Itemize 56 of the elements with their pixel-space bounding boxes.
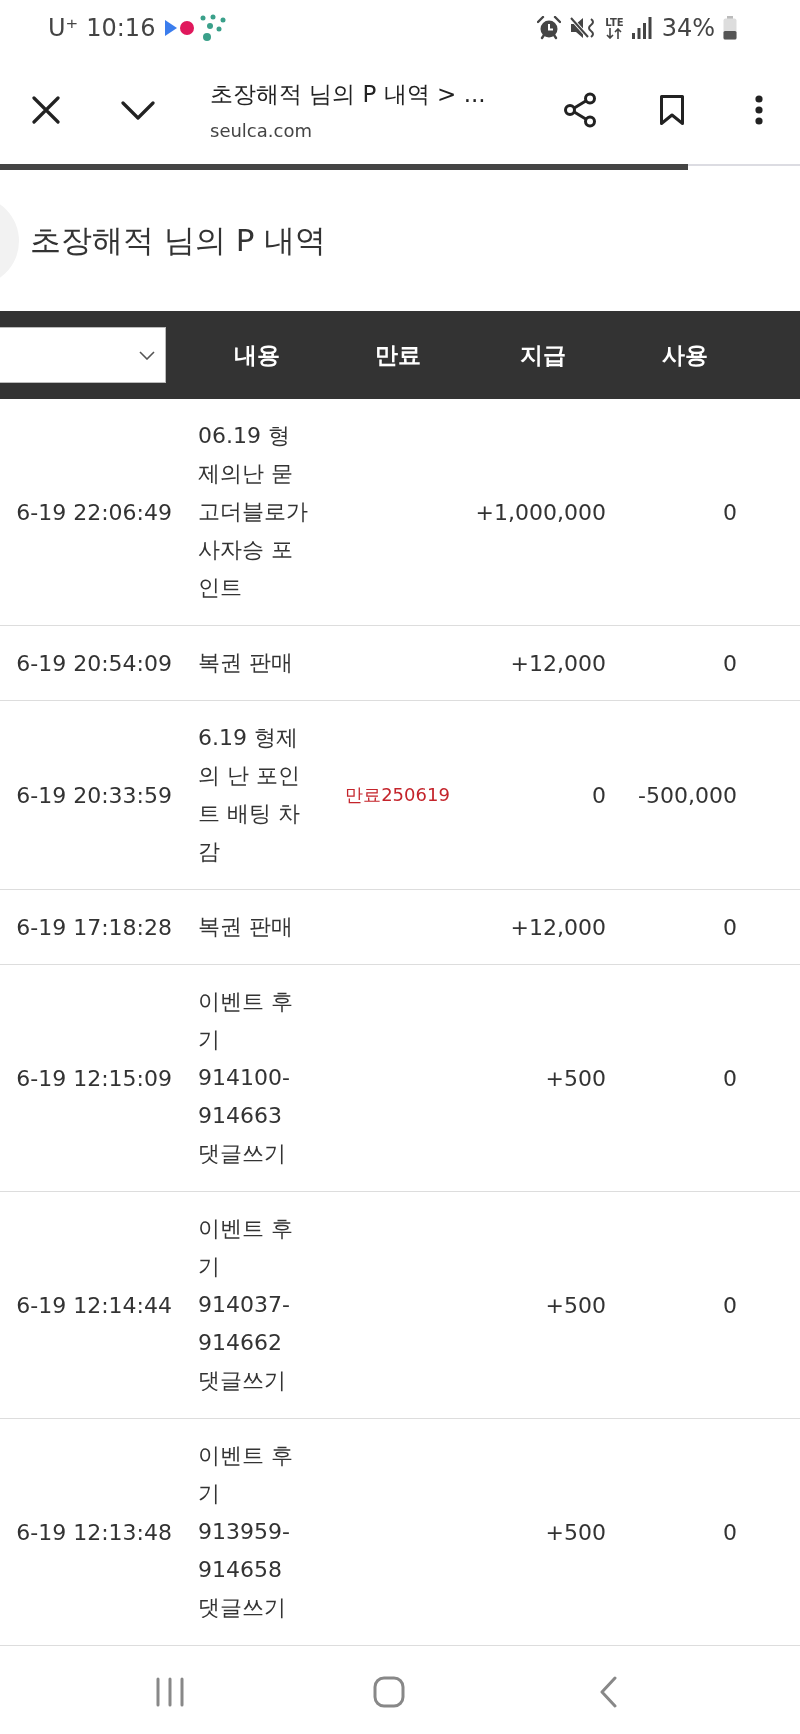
date-cell: 6-19 12:15:09 — [16, 1065, 172, 1091]
date-cell: 6-19 12:13:48 — [16, 1519, 172, 1545]
home-icon — [373, 1676, 405, 1708]
content-cell-text: 6.19 형제의 난 포인트 배팅 차감 — [198, 724, 301, 866]
granted-cell: +500 — [545, 1292, 606, 1318]
used-cell: 0 — [723, 914, 737, 940]
url-label: seulca.com — [210, 120, 312, 141]
content-cell-text: 이벤트 후기 914037-914662 댓글쓰기 — [198, 1215, 294, 1395]
content-cell-text: 복권 판매 — [198, 913, 294, 941]
signal-icon — [631, 17, 652, 39]
select-field[interactable] — [0, 327, 166, 383]
carrier-label: U⁺ — [48, 14, 79, 42]
content-cell-text: 06.19 형제의난 묻고더블로가 사자승 포인트 — [198, 422, 309, 602]
content-cell-text: 이벤트 후기 914100-914663 댓글쓰기 — [198, 988, 294, 1168]
used-cell: 0 — [723, 1065, 737, 1091]
expiry-cell: 만료250619 — [345, 783, 450, 807]
battery-percent: 34% — [661, 14, 715, 42]
up-down-arrows-icon — [606, 28, 623, 39]
column-header: 만료 — [374, 340, 421, 370]
more-icon — [755, 95, 763, 125]
page-heading: 초장해적 님의 P 내역 — [30, 220, 327, 260]
date-cell: 6-19 20:33:59 — [16, 782, 172, 808]
used-cell: 0 — [723, 650, 737, 676]
granted-cell: +500 — [545, 1519, 606, 1545]
bookmark-icon — [659, 94, 685, 126]
used-cell: 0 — [723, 1292, 737, 1318]
column-header: 지급 — [519, 340, 566, 370]
date-cell: 6-19 20:54:09 — [16, 650, 172, 676]
column-header: 내용 — [234, 340, 280, 370]
alarm-icon — [537, 16, 562, 40]
granted-cell: 0 — [592, 782, 606, 808]
content-cell-text: 이벤트 후기 913959-914658 댓글쓰기 — [198, 1442, 294, 1622]
used-cell: -500,000 — [638, 782, 737, 808]
granted-cell: +12,000 — [510, 650, 606, 676]
used-cell: 0 — [723, 499, 737, 525]
back-icon — [599, 1676, 617, 1708]
dots-icon — [199, 14, 228, 42]
recent-apps-icon — [155, 1677, 185, 1707]
granted-cell: +1,000,000 — [475, 499, 606, 525]
granted-cell: +500 — [545, 1065, 606, 1091]
clock-time: 10:16 — [86, 14, 156, 42]
used-cell: 0 — [723, 1519, 737, 1545]
column-header: 사용 — [662, 340, 708, 370]
date-cell: 6-19 22:06:49 — [16, 499, 172, 525]
date-cell: 6-19 17:18:28 — [16, 914, 172, 940]
date-cell: 6-19 12:14:44 — [16, 1292, 172, 1318]
page-title-label: 초장해적 님의 P 내역 > ... — [210, 80, 486, 109]
battery-icon — [723, 16, 737, 40]
share-icon — [563, 92, 597, 128]
granted-cell: +12,000 — [510, 914, 606, 940]
content-cell-text: 복권 판매 — [198, 649, 294, 677]
close-icon — [32, 96, 60, 124]
chevron-down-icon — [121, 100, 155, 120]
network-type-label: LTE — [605, 17, 624, 28]
play-dot-icon — [165, 18, 196, 38]
chevron-down-icon — [139, 350, 155, 360]
